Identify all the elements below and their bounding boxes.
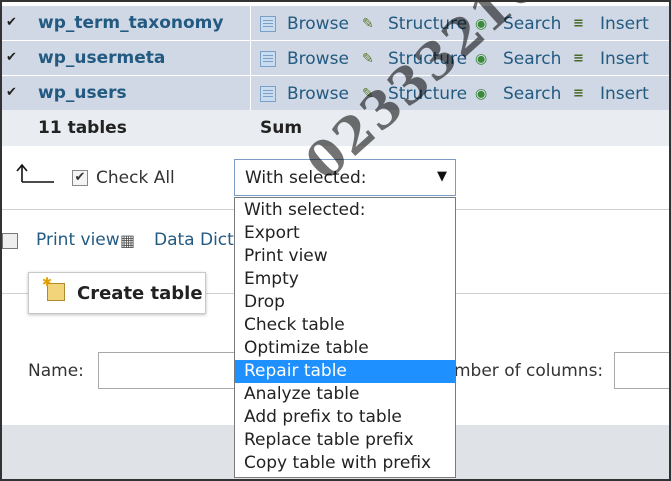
check-all-label[interactable]: Check All (96, 168, 175, 188)
option-print-view[interactable]: Print view (235, 245, 455, 268)
column-divider (250, 6, 251, 41)
search-link[interactable]: Search (503, 84, 561, 104)
number-of-columns-label: mber of columns: (454, 361, 604, 381)
sum-label: Sum (260, 118, 303, 138)
browse-icon (260, 16, 276, 32)
row-checkbox[interactable]: ✔ (6, 51, 20, 65)
insert-icon: ≡ (573, 16, 584, 31)
option-optimize-table[interactable]: Optimize table (235, 337, 455, 360)
option-analyze-table[interactable]: Analyze table (235, 383, 455, 406)
create-table-button[interactable]: Create table (28, 272, 206, 314)
browse-link[interactable]: Browse (287, 84, 349, 104)
row-checkbox[interactable]: ✔ (6, 86, 20, 100)
data-dictionary-link[interactable]: Data Dict (154, 230, 234, 250)
with-selected-options: With selected: Export Print view Empty D… (234, 197, 456, 478)
row-checkbox[interactable]: ✔ (6, 16, 20, 30)
browse-icon (260, 51, 276, 67)
search-link[interactable]: Search (503, 49, 561, 69)
data-dictionary-icon: ▦ (120, 231, 136, 250)
number-of-columns-input[interactable] (614, 352, 669, 389)
create-table-label: Create table (77, 283, 203, 304)
insert-icon: ≡ (573, 51, 584, 66)
new-table-icon (42, 275, 65, 301)
structure-icon: ✎ (362, 51, 374, 67)
printer-icon (2, 233, 18, 249)
check-all-checkbox[interactable]: ✔ (72, 170, 88, 186)
arrow-up-right-icon (16, 163, 54, 183)
browse-link[interactable]: Browse (287, 49, 349, 69)
table-count: 11 tables (38, 118, 127, 138)
column-divider (250, 41, 251, 76)
print-view-link[interactable]: Print view (36, 230, 120, 250)
option-repair-table[interactable]: Repair table (235, 360, 455, 383)
search-icon: ◉ (475, 86, 488, 102)
table-name-link[interactable]: wp_usermeta (38, 48, 165, 68)
structure-icon: ✎ (362, 16, 374, 32)
table-name-link[interactable]: wp_term_taxonomy (38, 13, 223, 33)
table-name-label: Name: (28, 361, 84, 381)
browse-link[interactable]: Browse (287, 14, 349, 34)
table-name-input[interactable] (98, 352, 238, 389)
browse-icon (260, 86, 276, 102)
table-row: ✔ wp_term_taxonomy Browse ✎ Structure ◉ … (2, 6, 669, 41)
option-replace-prefix[interactable]: Replace table prefix (235, 429, 455, 452)
table-name-link[interactable]: wp_users (38, 83, 127, 103)
option-copy-with-prefix[interactable]: Copy table with prefix (235, 452, 455, 475)
option-add-prefix[interactable]: Add prefix to table (235, 406, 455, 429)
column-divider (250, 76, 251, 111)
option-with-selected[interactable]: With selected: (235, 199, 455, 222)
option-export[interactable]: Export (235, 222, 455, 245)
insert-link[interactable]: Insert (600, 14, 649, 34)
phpmyadmin-panel: ✔ wp_term_taxonomy Browse ✎ Structure ◉ … (0, 0, 671, 481)
table-row: ✔ wp_users Browse ✎ Structure ◉ Search ≡… (2, 76, 669, 111)
insert-link[interactable]: Insert (600, 49, 649, 69)
table-row: ✔ wp_usermeta Browse ✎ Structure ◉ Searc… (2, 41, 669, 76)
insert-icon: ≡ (573, 86, 584, 101)
option-check-table[interactable]: Check table (235, 314, 455, 337)
insert-link[interactable]: Insert (600, 84, 649, 104)
option-drop[interactable]: Drop (235, 291, 455, 314)
dropdown-caret-icon: ▼ (437, 169, 447, 184)
option-empty[interactable]: Empty (235, 268, 455, 291)
